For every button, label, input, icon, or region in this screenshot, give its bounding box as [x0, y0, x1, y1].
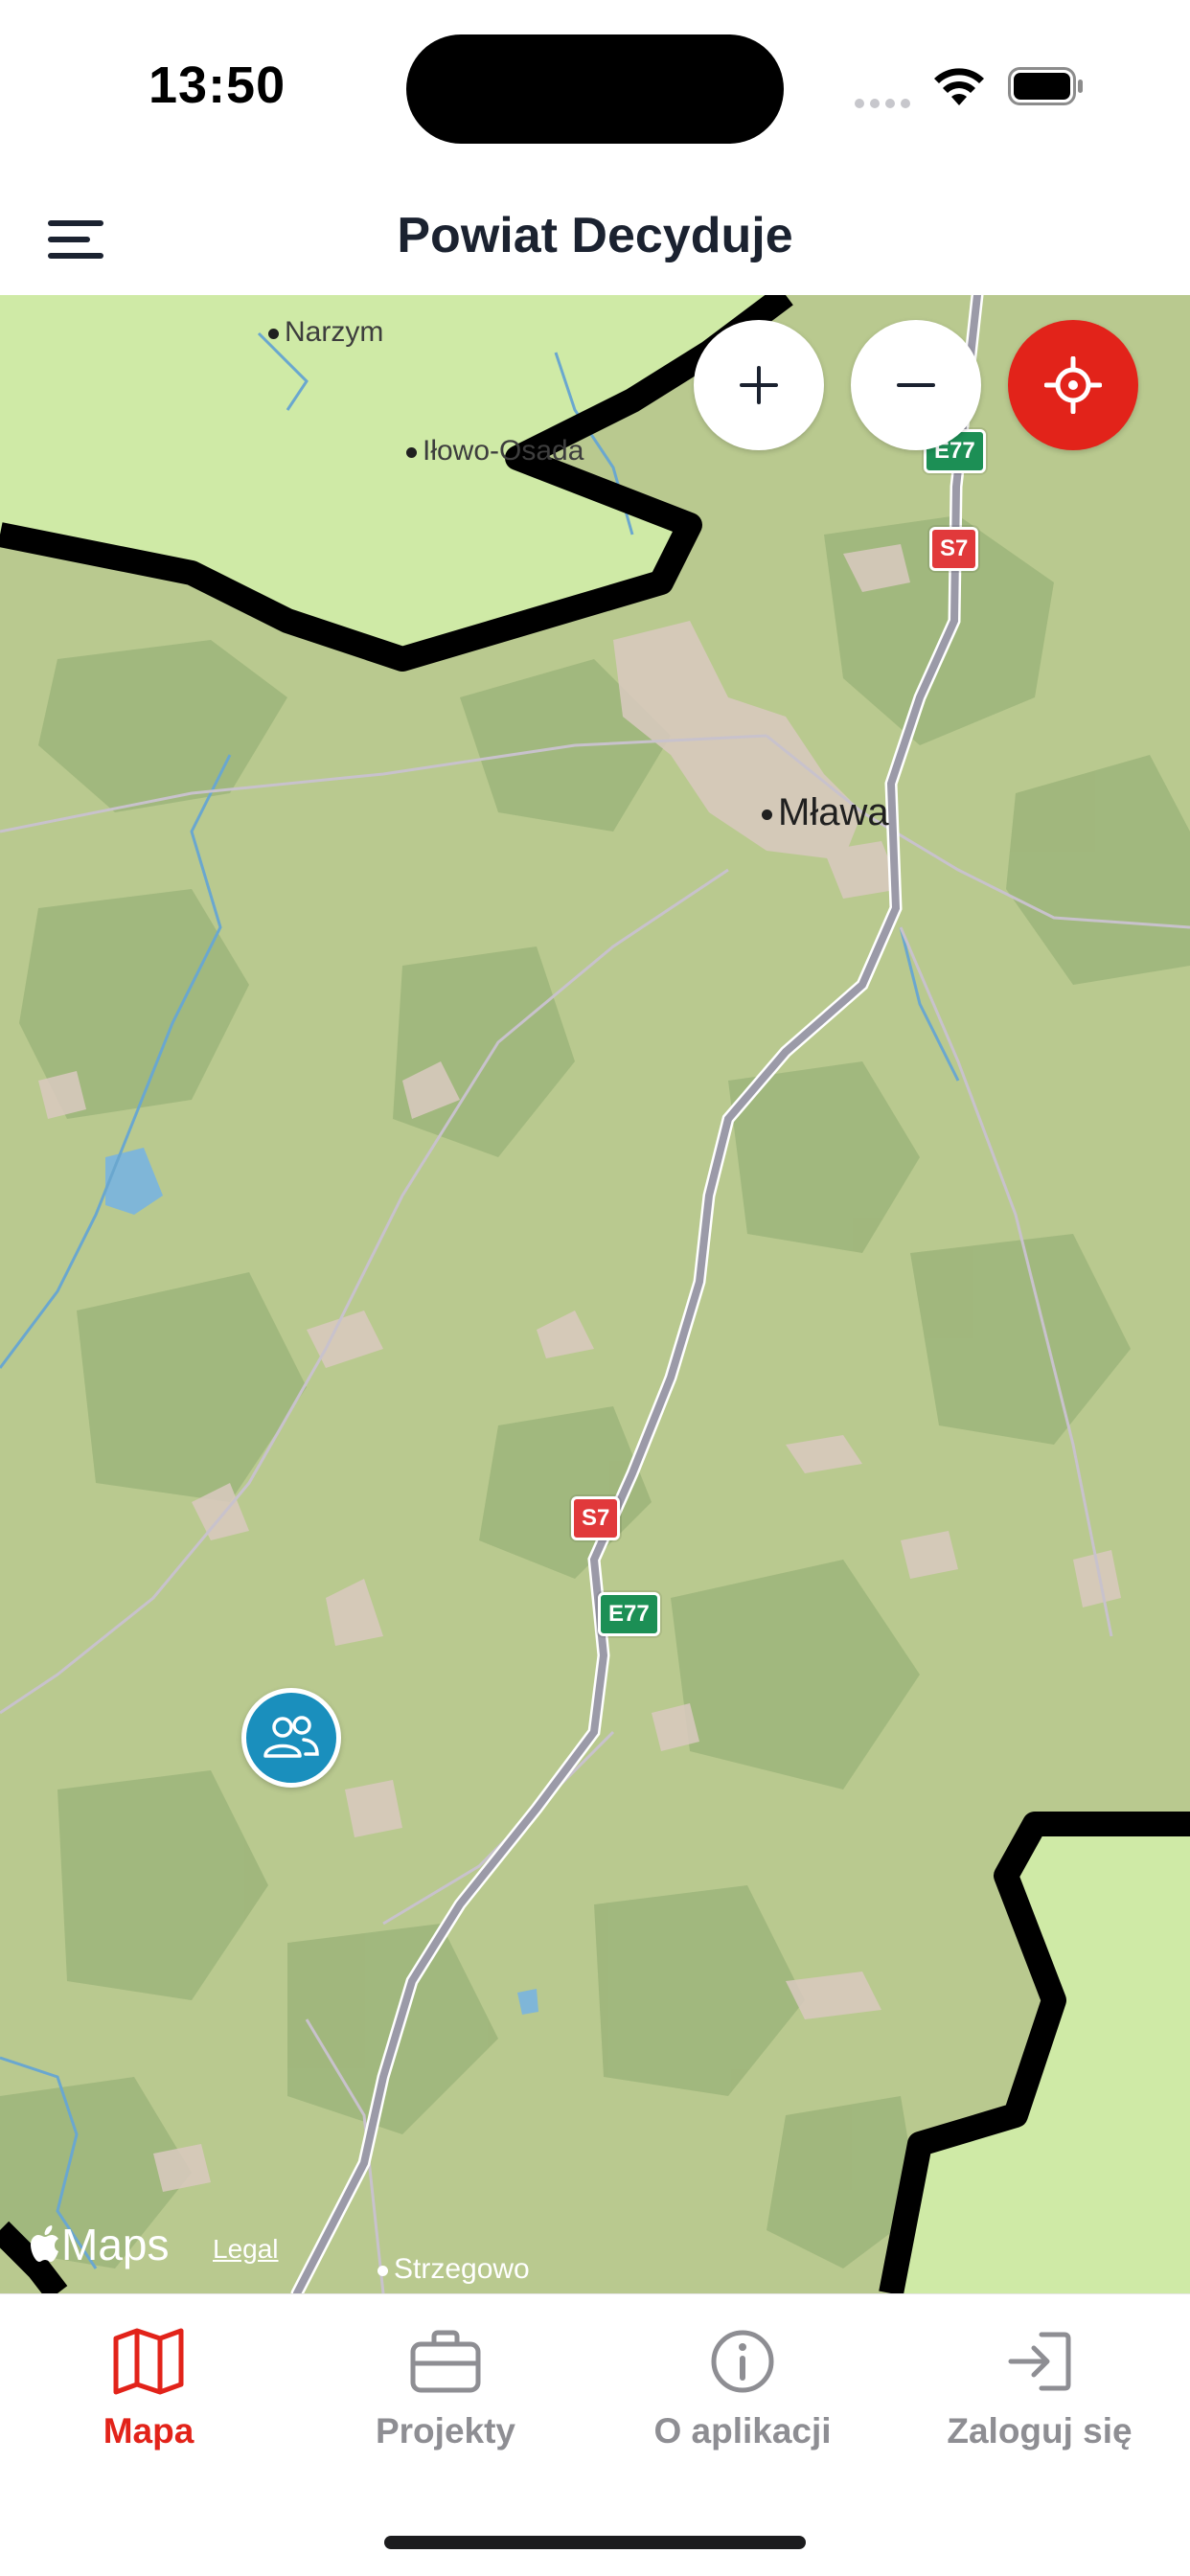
status-bar: 13:50 [0, 0, 1190, 172]
locate-me-button[interactable] [1008, 320, 1138, 450]
map-icon [113, 2328, 184, 2395]
status-time: 13:50 [149, 57, 286, 114]
page-title: Powiat Decyduje [397, 208, 793, 263]
home-indicator[interactable] [384, 2536, 806, 2549]
plus-icon [740, 366, 778, 404]
legal-link[interactable]: Legal [213, 2234, 279, 2265]
dynamic-island [406, 34, 784, 144]
road-shield-s7: S7 [571, 1496, 621, 1540]
zoom-out-button[interactable] [851, 320, 981, 450]
map-base [0, 295, 1190, 2293]
road-shield-e77: E77 [598, 1592, 660, 1636]
cellular-signal-icon [855, 96, 916, 113]
battery-icon [1008, 67, 1083, 105]
place-ilowo-osada: Iłowo-Osada [406, 435, 584, 467]
tab-label: Mapa [103, 2411, 195, 2451]
place-strzegowo: Strzegowo [378, 2253, 530, 2286]
tab-label: Projekty [375, 2411, 515, 2451]
road-shield-s7: S7 [929, 527, 979, 571]
info-icon [711, 2330, 774, 2393]
apple-maps-logo: Maps [29, 2219, 169, 2270]
tab-projekty[interactable]: Projekty [297, 2323, 594, 2451]
people-group-icon [263, 1716, 319, 1758]
place-narzym: Narzym [268, 316, 383, 349]
apple-logo-icon [31, 2225, 58, 2262]
tab-label: O aplikacji [653, 2411, 832, 2451]
tab-label: Zaloguj się [947, 2411, 1133, 2451]
project-marker[interactable] [241, 1688, 341, 1788]
briefcase-icon [410, 2330, 481, 2393]
tab-mapa[interactable]: Mapa [0, 2323, 297, 2451]
app-header: Powiat Decyduje [0, 172, 1190, 295]
zoom-in-button[interactable] [694, 320, 824, 450]
tab-o-aplikacji[interactable]: O aplikacji [594, 2323, 891, 2451]
tab-zaloguj-sie[interactable]: Zaloguj się [891, 2323, 1188, 2451]
map-view[interactable]: Narzym Iłowo-Osada Mława Strzegowo E77 S… [0, 295, 1190, 2293]
tab-bar: Mapa Projekty O aplikacji Zaloguj się [0, 2293, 1190, 2576]
locate-crosshair-icon [1044, 356, 1102, 414]
wifi-icon [934, 68, 984, 105]
place-mlawa: Mława [762, 791, 889, 834]
login-icon [1008, 2332, 1071, 2391]
minus-icon [897, 383, 935, 387]
